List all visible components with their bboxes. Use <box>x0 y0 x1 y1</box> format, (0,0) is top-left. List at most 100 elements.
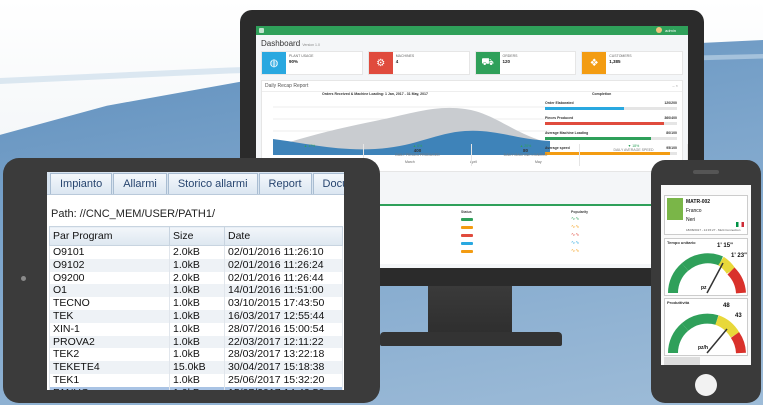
cell-size: 2.0kB <box>169 271 225 285</box>
table-row[interactable]: TEKETE4 15.0kB 30/04/2017 15:18:38 <box>49 361 343 374</box>
table-row[interactable]: TEK2 1.0kB 28/03/2017 13:22:18 <box>49 348 343 362</box>
popularity-sparkline: ∿∿ <box>571 232 580 238</box>
stat-item: ▲ 20% 80 DAILY MACHINE LOADING <box>472 144 580 166</box>
tablet-screen: Impianto Allarmi Storico allarmi Report … <box>47 172 344 390</box>
status-chip <box>461 242 473 245</box>
cell-date: 30/04/2017 15:18:38 <box>224 361 343 374</box>
tablet-device: Impianto Allarmi Storico allarmi Report … <box>3 158 380 403</box>
page-title: Dashboard Version 1.0 <box>256 35 688 48</box>
table-row[interactable]: TEK1 1.0kB 25/06/2017 15:32:20 <box>49 373 343 387</box>
card-orders[interactable]: ⛟ ORDERS 120 <box>474 51 577 75</box>
completion-item: Pieces Produced 360/400 <box>545 116 677 131</box>
card-machines[interactable]: ⚙ MACHINES 4 <box>367 51 470 75</box>
card-label: PLANT USAGE <box>289 54 314 58</box>
column-header-program[interactable]: Par Program <box>49 226 170 246</box>
cell-size: 1.0kB <box>169 373 225 387</box>
phone-next-card[interactable] <box>664 357 700 365</box>
operator-last-name: Neri <box>686 217 696 223</box>
italy-flag-icon <box>736 222 744 227</box>
user-menu[interactable]: admin <box>656 27 676 33</box>
card-label: ORDERS <box>502 54 518 58</box>
card-value: 90% <box>289 59 299 64</box>
table-row[interactable]: PROVA2 1.0kB 22/03/2017 12:11:22 <box>49 335 343 349</box>
gauge-unit-time: Tempo unitario 1' 15" 1' 23" pz <box>664 238 748 296</box>
card-label: MACHINES <box>395 54 415 58</box>
table-row[interactable]: O9101 2.0kB 02/01/2016 11:26:10 <box>49 245 343 259</box>
operator-id: MATR-002 <box>686 199 711 205</box>
cell-date: 14/01/2016 11:51:00 <box>224 284 343 298</box>
panel-controls-icon[interactable]: – × <box>672 83 678 88</box>
cell-program: TECNO <box>49 297 170 310</box>
cell-date: 03/10/2015 17:43:50 <box>224 297 343 310</box>
column-header-date[interactable]: Date <box>224 226 343 246</box>
cell-size: 1.0kB <box>169 284 225 298</box>
gauge-value-top: 1' 15" <box>717 243 733 249</box>
dashboard-topbar: admin <box>256 26 688 35</box>
completion-item: Order Elaborated 120/200 <box>545 101 677 116</box>
tab-documenti[interactable]: Documenti <box>312 173 344 194</box>
cell-size: 1.0kB <box>169 297 225 310</box>
popularity-sparkline: ∿∿ <box>571 216 580 222</box>
gauge-unit: pz/h <box>698 345 708 351</box>
completion-bar <box>545 122 677 125</box>
monitor-base <box>380 332 562 346</box>
menu-icon[interactable] <box>259 28 264 33</box>
cell-date: 02/01/2016 11:26:44 <box>224 271 343 285</box>
phone-screen: MATR-002 Franco Neri 18/08/2017 - 14:15:… <box>661 185 751 365</box>
status-chip <box>461 226 473 229</box>
completion-bar-fill <box>545 107 625 110</box>
completion-value: 360/400 <box>664 116 677 120</box>
cell-size: 1.0kB <box>169 322 225 336</box>
completion-bar <box>545 107 677 110</box>
card-plant-usage[interactable]: ◍ PLANT USAGE 90% <box>261 51 363 75</box>
cell-program: TEK <box>49 309 170 323</box>
cell-size: 1.0kB <box>169 348 225 362</box>
table-row[interactable]: O9102 1.0kB 02/01/2016 11:26:24 <box>49 258 343 272</box>
operator-card[interactable]: MATR-002 Franco Neri 18/08/2017 - 14:15:… <box>664 195 748 235</box>
stat-delta: ▲ 17% <box>303 144 316 148</box>
cell-date: 15/07/2017 14:42:50 <box>224 386 343 390</box>
tablet-home-button[interactable] <box>21 276 26 281</box>
cell-size: 1.0kB <box>169 335 225 349</box>
popularity-sparkline: ∿∿ <box>571 224 580 230</box>
table-row[interactable]: TEK 1.0kB 16/03/2017 12:55:44 <box>49 309 343 323</box>
dashboard-title: Dashboard <box>261 39 301 48</box>
tab-report[interactable]: Report <box>258 173 312 194</box>
table-row[interactable]: O1 1.0kB 14/01/2016 11:51:00 <box>49 284 343 298</box>
cell-program: O9102 <box>49 258 170 272</box>
column-header-size[interactable]: Size <box>169 226 225 246</box>
cell-program: TEK1 <box>49 373 170 387</box>
gauge-productivity: Produttività 48 43 pz/h <box>664 298 748 356</box>
tab-impianto[interactable]: Impianto <box>50 173 113 194</box>
status-chip <box>461 218 473 221</box>
cell-date: 28/07/2016 15:00:54 <box>224 322 343 336</box>
table-row[interactable]: O9200 2.0kB 02/01/2016 11:26:44 <box>49 271 343 285</box>
globe-icon: ◍ <box>262 52 286 74</box>
cell-program: TEKETE4 <box>49 361 170 374</box>
cart-icon: ⛟ <box>475 52 500 74</box>
cell-program: PROVA2 <box>49 335 170 349</box>
stat-label: DAILY MACHINE LOADING <box>503 153 548 157</box>
tab-bar: Impianto Allarmi Storico allarmi Report … <box>47 172 344 195</box>
tab-storico-allarmi[interactable]: Storico allarmi <box>167 173 258 194</box>
stat-label: DAILY PIECES PRODUCED <box>395 153 440 157</box>
gauge-value-right: 1' 23" <box>731 253 747 259</box>
status-chip <box>461 234 473 237</box>
stat-item: ▲ 0% 400 DAILY PIECES PRODUCED <box>364 144 472 166</box>
cell-program: XIN-1 <box>49 322 170 336</box>
card-customers[interactable]: ❖ CUSTOMERS 1,385 <box>581 51 683 75</box>
table-row[interactable]: TECNO 1.0kB 03/10/2015 17:43:50 <box>49 297 343 310</box>
tab-allarmi[interactable]: Allarmi <box>113 173 167 194</box>
avatar <box>656 27 663 33</box>
chart-title: Orders Received & Machine Loading: 1 Jan… <box>322 92 428 96</box>
card-label: CUSTOMERS <box>609 54 632 58</box>
table-row[interactable]: FANUC1.0kB15/07/2017 14:42:50 <box>49 386 343 390</box>
phone-home-button[interactable] <box>695 374 717 396</box>
version-label: Version 1.0 <box>302 43 320 47</box>
table-row[interactable]: XIN-1 1.0kB 28/07/2016 15:00:54 <box>49 322 343 336</box>
cell-date: 28/03/2017 13:22:18 <box>224 348 343 362</box>
recap-title-text: Daily Recap Report <box>265 83 309 89</box>
program-table: Par Program Size Date O9101 2.0kB 02/01/20… <box>49 226 343 390</box>
status-header: Status <box>461 210 472 214</box>
cell-date: 02/01/2016 11:26:10 <box>224 245 343 259</box>
